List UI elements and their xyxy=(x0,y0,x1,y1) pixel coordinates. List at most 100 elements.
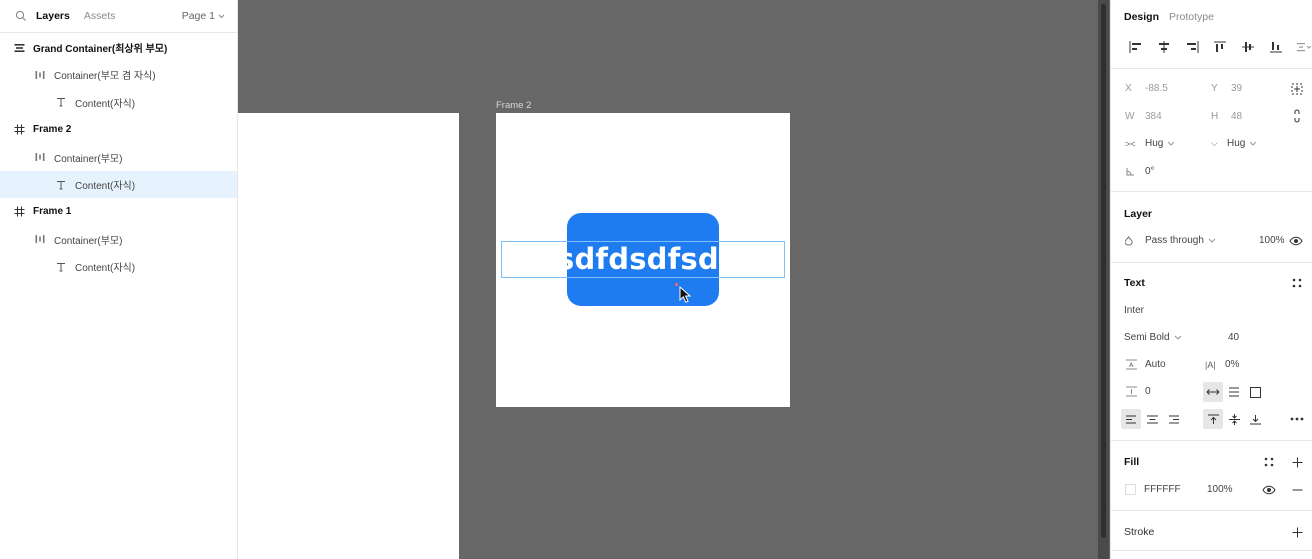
add-fill-icon[interactable] xyxy=(1289,454,1305,470)
page-selector[interactable]: Page 1 xyxy=(182,10,225,22)
constrain-proportions-icon[interactable] xyxy=(1289,108,1305,124)
fixed-size-icon[interactable] xyxy=(1245,382,1265,402)
y-field[interactable]: Y 39 xyxy=(1211,83,1242,94)
fill-opacity-field[interactable]: 100% xyxy=(1207,484,1233,495)
layer-row[interactable]: Grand Container(최상위 부모) xyxy=(0,34,237,61)
alignment-toolbar xyxy=(1124,38,1312,56)
design-panel: Design Prototype X -88.5 Y 39 W 384 H 48… xyxy=(1110,0,1312,559)
text-icon xyxy=(54,260,68,274)
tab-prototype[interactable]: Prototype xyxy=(1169,11,1214,23)
y-label: Y xyxy=(1211,83,1218,94)
text-icon xyxy=(54,95,68,109)
layer-row[interactable]: Content(자식) xyxy=(0,89,237,116)
layer-opacity-value: 100% xyxy=(1259,235,1285,246)
frame-1-canvas[interactable] xyxy=(238,113,459,559)
vertical-resizing-select[interactable]: ⌵ Hug xyxy=(1211,138,1258,149)
horizontal-resizing-select[interactable]: >< Hug xyxy=(1125,138,1176,149)
canvas[interactable]: Frame 2 sdfdsdfsdsfsdf xyxy=(238,0,1098,559)
tab-design[interactable]: Design xyxy=(1124,11,1159,23)
text-align-left-icon[interactable] xyxy=(1121,409,1141,429)
vertical-align-group xyxy=(1203,409,1265,429)
rotation-field[interactable]: 0° xyxy=(1125,166,1155,177)
text-align-right-icon[interactable] xyxy=(1163,409,1183,429)
fill-styles-icon[interactable] xyxy=(1261,454,1277,470)
layer-row[interactable]: Frame 1 xyxy=(0,198,237,225)
font-weight-select[interactable]: Semi Bold xyxy=(1124,332,1183,343)
layer-name: Content(자식) xyxy=(75,181,136,192)
layer-row[interactable]: Content(자식) xyxy=(0,253,237,280)
letter-spacing-field[interactable]: |A| 0% xyxy=(1205,359,1239,370)
constraints-icon[interactable] xyxy=(1289,81,1305,97)
tab-assets[interactable]: Assets xyxy=(84,10,116,22)
fill-row[interactable]: FFFFFF xyxy=(1125,484,1181,495)
frame-icon xyxy=(12,123,26,137)
divider xyxy=(1111,440,1312,441)
paragraph-spacing-field[interactable]: 0 xyxy=(1125,386,1151,397)
align-top-icon[interactable] xyxy=(1208,38,1231,56)
w-label: W xyxy=(1125,111,1135,122)
fill-color-swatch[interactable] xyxy=(1125,484,1136,495)
x-value: -88.5 xyxy=(1145,83,1168,94)
layer-row[interactable]: Container(부모) xyxy=(0,144,237,171)
text-section-title: Text xyxy=(1124,277,1145,289)
eye-icon[interactable] xyxy=(1288,233,1304,249)
hug-horizontal-icon: >< xyxy=(1125,138,1136,149)
divider xyxy=(1111,262,1312,263)
line-height-value: Auto xyxy=(1145,359,1166,370)
chevron-down-icon xyxy=(218,14,225,18)
fill-hex-value[interactable]: FFFFFF xyxy=(1144,484,1181,495)
y-value: 39 xyxy=(1231,83,1243,94)
scrollbar-thumb[interactable] xyxy=(1101,4,1106,538)
horizontal-resizing-value: Hug xyxy=(1145,138,1164,149)
text-styles-icon[interactable] xyxy=(1289,275,1305,291)
align-bottom-icon[interactable] xyxy=(1264,38,1287,56)
align-text-bottom-icon[interactable] xyxy=(1245,409,1265,429)
align-right-icon[interactable] xyxy=(1180,38,1203,56)
font-size-field[interactable]: 40 xyxy=(1228,332,1239,343)
search-icon[interactable] xyxy=(14,9,28,23)
x-field[interactable]: X -88.5 xyxy=(1125,83,1168,94)
canvas-scrollbar[interactable] xyxy=(1098,0,1109,559)
page-selector-label: Page 1 xyxy=(181,10,215,22)
h-field[interactable]: H 48 xyxy=(1211,111,1242,122)
divider xyxy=(1111,191,1312,192)
align-left-icon[interactable] xyxy=(1124,38,1147,56)
frame-2-label[interactable]: Frame 2 xyxy=(496,100,531,111)
text-align-center-icon[interactable] xyxy=(1142,409,1162,429)
fill-eye-icon[interactable] xyxy=(1261,482,1277,498)
stroke-section-title: Stroke xyxy=(1124,526,1155,538)
font-family-select[interactable]: Inter xyxy=(1124,305,1144,316)
layer-opacity-field[interactable]: 100% xyxy=(1259,235,1285,246)
blend-mode-select[interactable]: Pass through xyxy=(1125,235,1217,246)
add-stroke-icon[interactable] xyxy=(1289,524,1305,540)
layer-row[interactable]: Container(부모) xyxy=(0,226,237,253)
layer-section-title: Layer xyxy=(1124,208,1153,220)
distribute-menu-icon[interactable] xyxy=(1292,38,1312,56)
cursor-dot xyxy=(675,283,678,286)
layer-row[interactable]: Frame 2 xyxy=(0,116,237,143)
font-family-value: Inter xyxy=(1124,305,1145,316)
layer-row[interactable]: Container(부모 겸 자식) xyxy=(0,61,237,88)
rotation-value: 0° xyxy=(1145,166,1155,177)
align-text-middle-icon[interactable] xyxy=(1224,409,1244,429)
remove-fill-icon[interactable] xyxy=(1289,482,1305,498)
auto-height-icon[interactable] xyxy=(1224,382,1244,402)
blend-drop-icon xyxy=(1125,235,1133,245)
align-horizontal-center-icon[interactable] xyxy=(1152,38,1175,56)
more-options-icon[interactable] xyxy=(1289,411,1305,427)
layer-name: Container(부모 겸 자식) xyxy=(54,71,156,83)
line-height-field[interactable]: A Auto xyxy=(1125,359,1166,370)
auto-width-icon[interactable] xyxy=(1203,382,1223,402)
letter-spacing-value: 0% xyxy=(1225,359,1240,370)
tab-layers[interactable]: Layers xyxy=(36,10,70,22)
rotation-icon xyxy=(1126,167,1134,175)
autolayout-vertical-icon xyxy=(12,41,26,55)
layer-row[interactable]: Content(자식) xyxy=(0,171,237,198)
chevron-down-icon xyxy=(1208,238,1216,243)
horizontal-align-group xyxy=(1121,409,1183,429)
w-field[interactable]: W 384 xyxy=(1125,111,1162,122)
x-label: X xyxy=(1125,83,1132,94)
autolayout-horizontal-icon xyxy=(33,232,47,246)
align-text-top-icon[interactable] xyxy=(1203,409,1223,429)
align-vertical-center-icon[interactable] xyxy=(1236,38,1259,56)
